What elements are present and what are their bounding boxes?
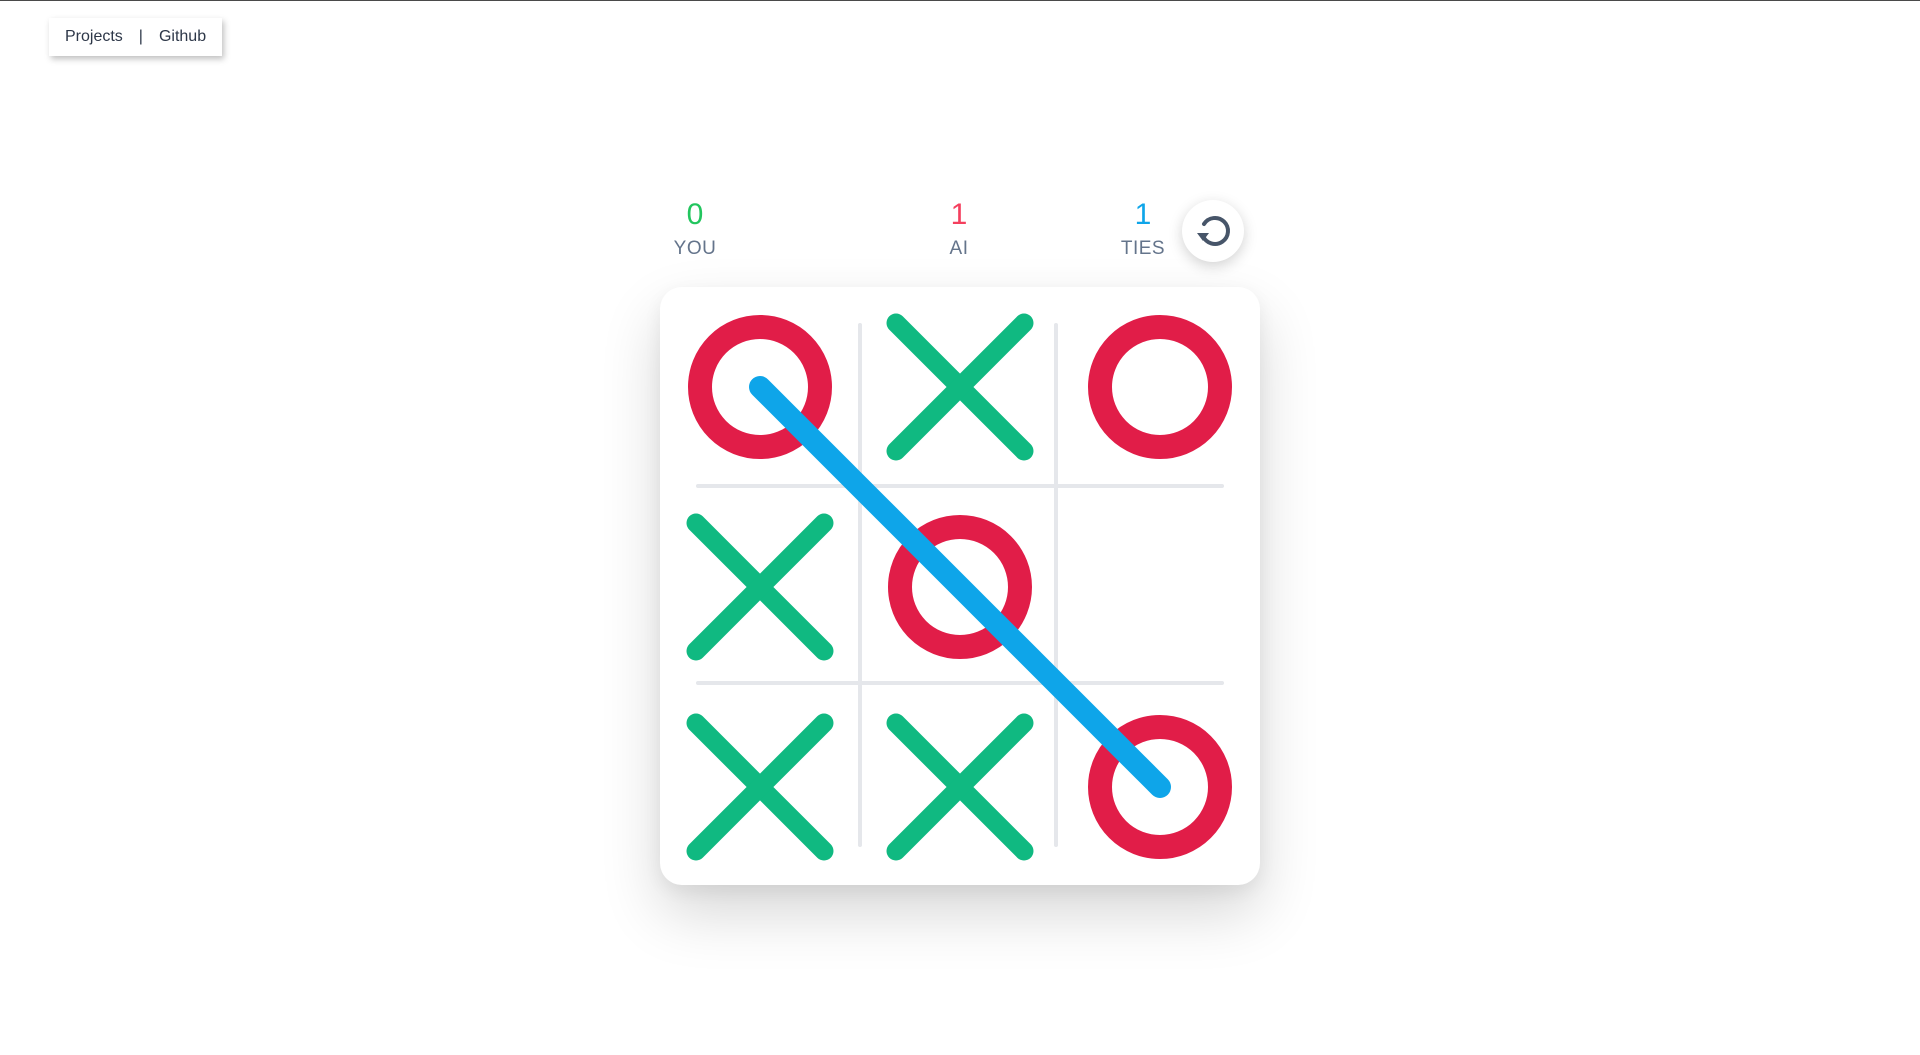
board-cell-1	[862, 289, 1058, 485]
score-you-label: YOU	[673, 238, 717, 259]
board-cell-2	[1062, 289, 1258, 485]
top-nav: Projects | Github	[49, 18, 223, 56]
board-cell-5[interactable]	[1062, 489, 1258, 685]
nav-github-link[interactable]: Github	[159, 28, 206, 46]
board-cell-3	[662, 489, 858, 685]
game-board	[660, 287, 1260, 885]
top-border	[0, 0, 1920, 1]
nav-projects-link[interactable]: Projects	[65, 28, 123, 46]
board-cell-7	[862, 689, 1058, 885]
score-ai-value: 1	[950, 198, 968, 231]
board-cell-8	[1062, 689, 1258, 885]
nav-separator: |	[138, 28, 143, 45]
score-ai: 1 AI	[899, 198, 1019, 260]
score-you: 0 YOU	[635, 198, 755, 260]
board-cell-4	[862, 489, 1058, 685]
score-you-value: 0	[686, 198, 704, 231]
reset-button[interactable]	[1182, 200, 1244, 262]
board-cell-0	[662, 289, 858, 485]
score-ai-label: AI	[949, 238, 969, 259]
board-cell-6	[662, 689, 858, 885]
reset-icon	[1197, 216, 1230, 246]
